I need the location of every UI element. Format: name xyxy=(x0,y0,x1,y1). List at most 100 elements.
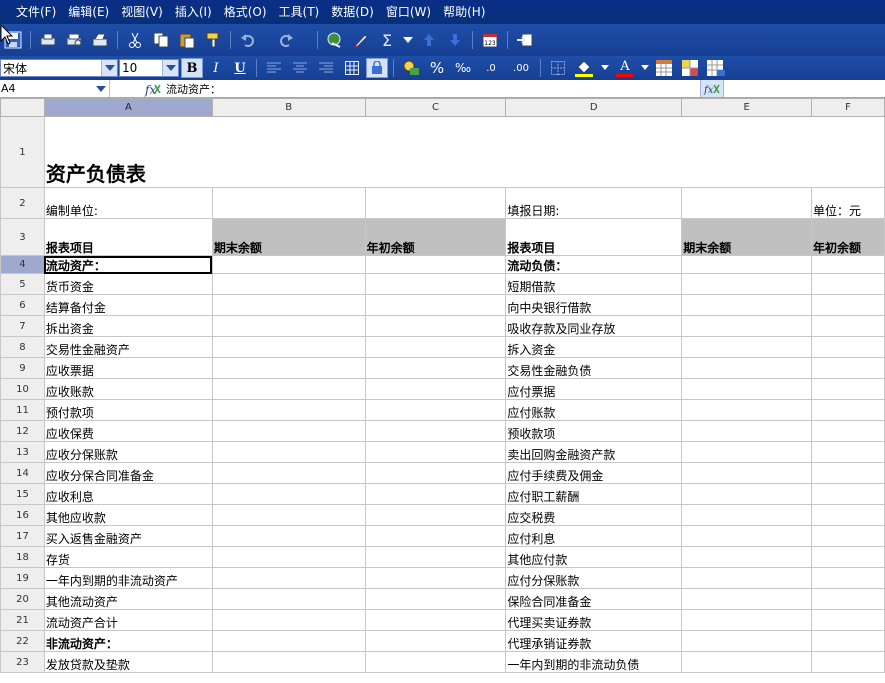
font-name-select[interactable]: 宋体 xyxy=(0,59,118,77)
cell-c2[interactable] xyxy=(364,187,507,219)
row-header[interactable]: 21 xyxy=(0,609,45,631)
cell[interactable] xyxy=(211,630,366,652)
cell[interactable] xyxy=(811,525,885,547)
cell[interactable] xyxy=(364,294,507,316)
cell[interactable]: 应收分保账款 xyxy=(43,441,213,463)
row-header[interactable]: 8 xyxy=(0,336,45,358)
cell[interactable]: 代理买卖证券款 xyxy=(505,609,683,631)
underline-button[interactable]: U xyxy=(229,58,251,78)
cell[interactable] xyxy=(681,462,813,484)
cell[interactable] xyxy=(364,609,507,631)
cell[interactable] xyxy=(681,651,813,673)
cell[interactable]: 交易性金融资产 xyxy=(43,336,213,358)
sort-desc-icon[interactable] xyxy=(444,29,466,51)
cell[interactable] xyxy=(364,630,507,652)
merge-cells-icon[interactable] xyxy=(341,57,363,79)
cell[interactable] xyxy=(811,609,885,631)
chevron-down-icon[interactable] xyxy=(601,57,609,79)
cell[interactable] xyxy=(681,630,813,652)
row-header[interactable]: 20 xyxy=(0,588,45,610)
cell[interactable] xyxy=(811,357,885,379)
cell-c3[interactable]: 年初余额 xyxy=(364,218,507,256)
cell[interactable] xyxy=(681,609,813,631)
pen-icon[interactable] xyxy=(350,29,372,51)
cell[interactable] xyxy=(364,441,507,463)
chevron-down-icon[interactable] xyxy=(93,81,109,96)
cell[interactable] xyxy=(811,294,885,316)
cell[interactable] xyxy=(364,273,507,295)
cell[interactable] xyxy=(364,378,507,400)
cell[interactable] xyxy=(211,504,366,526)
cell[interactable]: 卖出回购金融资产款 xyxy=(505,441,683,463)
sheet-title[interactable]: 资产负债表 xyxy=(43,116,885,188)
print-setup-icon[interactable] xyxy=(89,29,111,51)
cell[interactable]: 流动资产合计 xyxy=(43,609,213,631)
align-left-icon[interactable] xyxy=(263,57,285,79)
row-header[interactable]: 17 xyxy=(0,525,45,547)
cell[interactable]: 预收款项 xyxy=(505,420,683,442)
cell-d3[interactable]: 报表项目 xyxy=(505,218,683,256)
cell[interactable] xyxy=(211,441,366,463)
cell[interactable]: 应收利息 xyxy=(43,483,213,505)
cell[interactable] xyxy=(364,420,507,442)
name-box[interactable]: A4 xyxy=(0,80,110,97)
column-header-f[interactable]: F xyxy=(811,98,885,117)
borders-icon[interactable] xyxy=(547,57,569,79)
percent-button[interactable]: % xyxy=(426,57,448,79)
menu-format[interactable]: 格式(O) xyxy=(218,1,273,23)
cell[interactable]: 非流动资产： xyxy=(43,630,213,652)
cell-e3[interactable]: 期末余额 xyxy=(681,218,813,256)
calendar-icon[interactable]: 123 xyxy=(479,29,501,51)
autoformat-icon[interactable] xyxy=(679,57,701,79)
function-wizard-icon[interactable]: fx xyxy=(700,80,724,97)
copy-icon[interactable] xyxy=(150,29,172,51)
cell[interactable] xyxy=(211,483,366,505)
cell[interactable] xyxy=(211,273,366,295)
cell[interactable] xyxy=(681,294,813,316)
cell[interactable] xyxy=(211,609,366,631)
hyperlink-icon[interactable] xyxy=(324,29,346,51)
cell[interactable] xyxy=(364,462,507,484)
increase-decimal-button[interactable]: .0 xyxy=(478,57,504,79)
row-header[interactable]: 5 xyxy=(0,273,45,295)
undo-icon[interactable] xyxy=(237,29,259,51)
select-all-corner[interactable] xyxy=(0,98,45,117)
formula-input[interactable]: 流动资产： xyxy=(164,81,700,97)
cell[interactable]: 应交税费 xyxy=(505,504,683,526)
cell[interactable] xyxy=(811,315,885,337)
row-header[interactable]: 10 xyxy=(0,378,45,400)
cell[interactable]: 一年内到期的非流动资产 xyxy=(43,567,213,589)
menu-view[interactable]: 视图(V) xyxy=(115,1,169,23)
export-icon[interactable] xyxy=(514,29,536,51)
cell[interactable] xyxy=(364,546,507,568)
menu-help[interactable]: 帮助(H) xyxy=(437,1,491,23)
cell[interactable] xyxy=(811,504,885,526)
cell[interactable] xyxy=(681,525,813,547)
cell[interactable] xyxy=(681,378,813,400)
table-style-icon[interactable] xyxy=(653,57,675,79)
cell[interactable] xyxy=(211,315,366,337)
cell-d2[interactable]: 填报日期: xyxy=(505,187,683,219)
row-header[interactable]: 7 xyxy=(0,315,45,337)
cell[interactable] xyxy=(364,651,507,673)
cell[interactable] xyxy=(681,315,813,337)
cell[interactable] xyxy=(364,336,507,358)
cell[interactable] xyxy=(364,504,507,526)
dropdown-icon[interactable] xyxy=(402,29,414,51)
currency-icon[interactable] xyxy=(400,57,422,79)
cell-b3[interactable]: 期末余额 xyxy=(211,218,366,256)
cell[interactable] xyxy=(811,399,885,421)
cell[interactable]: 存货 xyxy=(43,546,213,568)
cell[interactable] xyxy=(364,525,507,547)
row-header[interactable]: 13 xyxy=(0,441,45,463)
row-header[interactable]: 11 xyxy=(0,399,45,421)
cell[interactable]: 货币资金 xyxy=(43,273,213,295)
cell[interactable] xyxy=(681,441,813,463)
menu-data[interactable]: 数据(D) xyxy=(325,1,380,23)
format-painter-icon[interactable] xyxy=(202,29,224,51)
font-color-icon[interactable]: A xyxy=(613,57,637,79)
cell[interactable] xyxy=(811,651,885,673)
cell[interactable] xyxy=(811,567,885,589)
cell[interactable] xyxy=(364,483,507,505)
cell[interactable] xyxy=(364,315,507,337)
